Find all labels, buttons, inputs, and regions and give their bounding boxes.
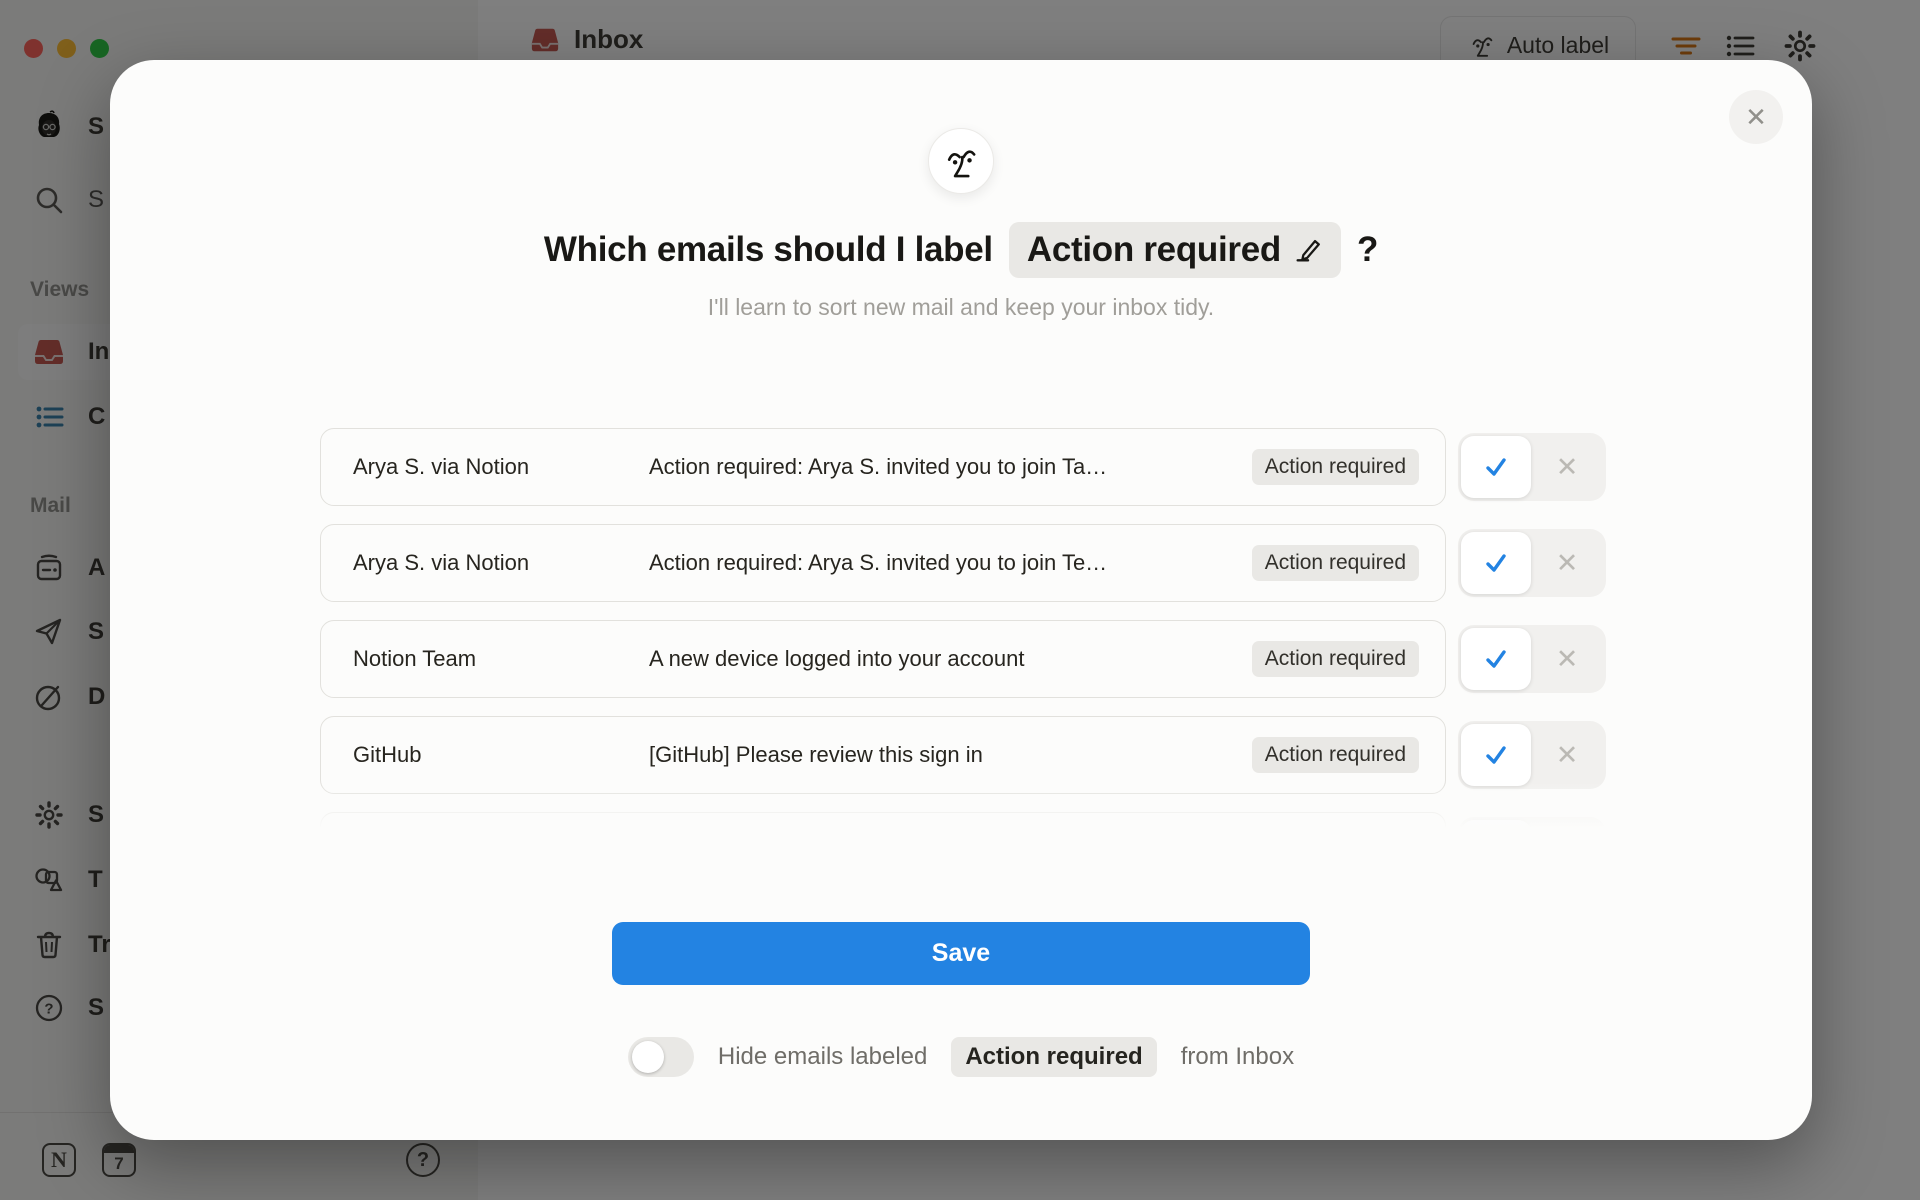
email-label-badge: Action required [1252,449,1419,485]
email-row: Arya S. via Notion Action required: Arya… [320,524,1606,602]
accept-button[interactable] [1461,820,1531,840]
reject-button[interactable]: ✕ [1531,452,1603,483]
email-card: Arya S. via Notion Action required: Arya… [320,524,1446,602]
label-name-pill[interactable]: Action required [1009,222,1341,278]
close-icon: ✕ [1745,102,1767,133]
accept-button[interactable] [1461,436,1531,498]
check-icon [1481,740,1511,770]
screen: S S Views In [0,0,1920,1200]
toggle-knob [632,1041,664,1073]
email-label-badge: Action required [1252,545,1419,581]
email-row: GitHub [GitHub] Please review this sign … [320,716,1606,794]
modal-title: Which emails should I label Action requi… [110,222,1812,278]
accept-button[interactable] [1461,532,1531,594]
check-icon [1481,452,1511,482]
email-subject: Action required: Arya S. invited you to … [649,550,1252,576]
vote-group: ✕ [1458,625,1606,693]
email-subject: A new device logged into your account [649,646,1252,672]
email-sender: Notion Team [353,646,649,672]
email-card: GitHub [GitHub] Please review this sign … [320,716,1446,794]
email-card [320,812,1446,840]
hide-labeled-toggle[interactable] [628,1037,694,1077]
email-sender: GitHub [353,742,649,768]
hide-label-pill: Action required [951,1037,1156,1077]
auto-label-face-badge [928,128,994,194]
email-row: Notion Team A new device logged into you… [320,620,1606,698]
hide-labeled-row: Hide emails labeled Action required from… [110,1037,1812,1077]
email-sender: Arya S. via Notion [353,550,649,576]
auto-label-modal: ✕ Which emails should I label Action req… [110,60,1812,1140]
modal-title-prefix: Which emails should I label [544,230,993,270]
modal-close-button[interactable]: ✕ [1729,90,1783,144]
email-card: Notion Team A new device logged into you… [320,620,1446,698]
x-icon: ✕ [1556,548,1579,579]
email-card: Arya S. via Notion Action required: Arya… [320,428,1446,506]
vote-group: ✕ [1458,433,1606,501]
email-row: Arya S. via Notion Action required: Arya… [320,428,1606,506]
accept-button[interactable] [1461,628,1531,690]
reject-button[interactable]: ✕ [1531,548,1603,579]
email-sender: Arya S. via Notion [353,454,649,480]
hide-text-after: from Inbox [1181,1043,1294,1071]
reject-button[interactable]: ✕ [1531,740,1603,771]
email-label-badge: Action required [1252,737,1419,773]
save-button[interactable]: Save [612,922,1310,985]
edit-pencil-icon [1293,235,1323,265]
check-icon [1481,548,1511,578]
email-subject: [GitHub] Please review this sign in [649,742,1252,768]
x-icon: ✕ [1556,740,1579,771]
hide-text-before: Hide emails labeled [718,1043,927,1071]
email-row-partial [320,812,1606,840]
reject-button[interactable]: ✕ [1531,644,1603,675]
vote-group: ✕ [1458,529,1606,597]
check-icon [1481,644,1511,674]
x-icon: ✕ [1556,644,1579,675]
wand-face-icon [940,140,982,182]
email-label-badge: Action required [1252,641,1419,677]
x-icon: ✕ [1556,452,1579,483]
email-subject: Action required: Arya S. invited you to … [649,454,1252,480]
label-name-text: Action required [1027,230,1281,270]
vote-group: ✕ [1458,721,1606,789]
vote-group [1458,817,1606,840]
accept-button[interactable] [1461,724,1531,786]
modal-subtitle: I'll learn to sort new mail and keep you… [110,294,1812,321]
modal-title-suffix: ? [1357,230,1378,270]
email-example-list: Arya S. via Notion Action required: Arya… [320,428,1606,840]
